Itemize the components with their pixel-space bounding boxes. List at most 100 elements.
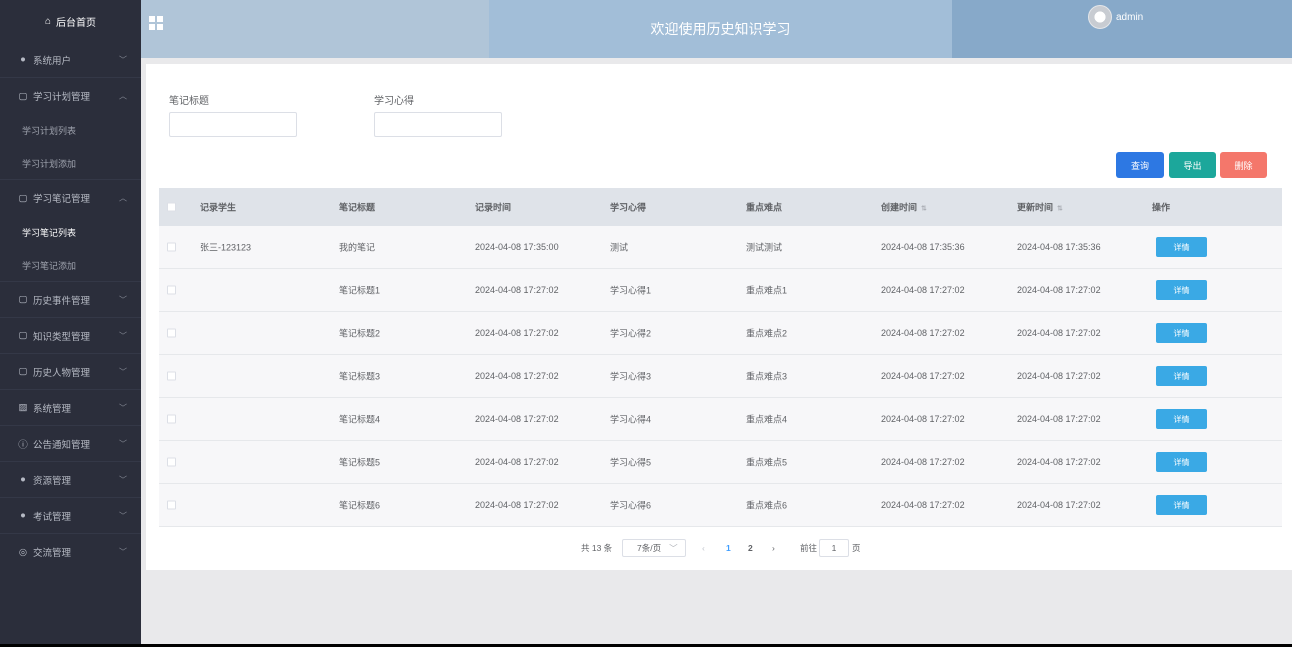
detail-button[interactable]: 详情 — [1156, 495, 1207, 515]
row-checkbox[interactable] — [167, 371, 176, 381]
sidebar-subitem-plan-add[interactable]: 学习计划添加 — [0, 147, 141, 180]
sidebar-item-system-management[interactable]: ▨ 系统管理 ﹀ — [0, 390, 141, 426]
cell-title: 笔记标题6 — [339, 500, 381, 511]
cell-created: 2024-04-08 17:27:02 — [881, 500, 965, 510]
cell-title: 笔记标题3 — [339, 371, 381, 382]
cell-record-time: 2024-04-08 17:27:02 — [475, 371, 559, 381]
export-button[interactable]: 导出 — [1169, 152, 1216, 178]
sidebar-item-system-users[interactable]: ● 系统用户 ﹀ — [0, 42, 141, 78]
table-row: 笔记标题3 2024-04-08 17:27:02 学习心得3 重点难点3 2024-0… — [159, 355, 1282, 398]
image-icon: ▨ — [18, 402, 28, 413]
row-checkbox[interactable] — [167, 500, 176, 510]
insight-label: 学习心得 — [374, 96, 414, 107]
folder-icon: ▢ — [18, 192, 28, 204]
cell-record-time: 2024-04-08 17:27:02 — [475, 328, 559, 338]
query-button[interactable]: 查询 — [1116, 152, 1164, 178]
row-checkbox[interactable] — [167, 328, 176, 338]
insight-input[interactable] — [374, 112, 502, 137]
page-1[interactable]: 1 — [726, 543, 731, 553]
cell-created: 2024-04-08 17:35:36 — [881, 242, 965, 252]
header-right: admin — [952, 0, 1292, 58]
notes-table: 记录学生 笔记标题 记录时间 学习心得 重点难点 创建时间 ⇅ 更新时间 ⇅ 操作 … — [159, 188, 1282, 527]
col-record-time: 记录时间 — [475, 202, 512, 213]
sidebar-item-label: 历史人物管理 — [33, 367, 91, 379]
sidebar-item-label: 交流管理 — [33, 548, 72, 559]
cell-title: 笔记标题4 — [339, 414, 381, 425]
col-created[interactable]: 创建时间 ⇅ — [881, 201, 927, 214]
cell-updated: 2024-04-08 17:27:02 — [1017, 414, 1101, 424]
col-updated[interactable]: 更新时间 ⇅ — [1017, 201, 1063, 214]
sidebar-item-study-plan[interactable]: ▢ 学习计划管理 ︿ — [0, 78, 141, 114]
sidebar-item-communication[interactable]: ◎ 交流管理 ﹀ — [0, 534, 141, 570]
next-page-icon[interactable]: › — [772, 543, 775, 553]
sort-icon[interactable]: ⇅ — [1057, 205, 1063, 213]
cell-record-time: 2024-04-08 17:27:02 — [475, 414, 559, 424]
sidebar-item-knowledge-types[interactable]: ▢ 知识类型管理 ﹀ — [0, 318, 141, 354]
cell-created: 2024-04-08 17:27:02 — [881, 285, 965, 295]
chevron-down-icon: ﹀ — [119, 55, 127, 64]
sidebar-subitem-notes-list[interactable]: 学习笔记列表 — [0, 216, 141, 249]
detail-button[interactable]: 详情 — [1156, 280, 1207, 300]
table-row: 笔记标题5 2024-04-08 17:27:02 学习心得5 重点难点5 2024-0… — [159, 441, 1282, 484]
delete-button[interactable]: 删除 — [1220, 152, 1267, 178]
detail-button[interactable]: 详情 — [1156, 409, 1207, 429]
avatar[interactable] — [1088, 5, 1112, 29]
cell-key-points: 重点难点6 — [746, 500, 788, 511]
sidebar-item-label: 学习笔记管理 — [33, 194, 91, 205]
sidebar-item-history-events[interactable]: ▢ 历史事件管理 ﹀ — [0, 282, 141, 318]
folder-icon: ▢ — [18, 90, 28, 102]
page-size-select[interactable]: 7条/页 ﹀ — [622, 539, 686, 557]
chevron-down-icon: ﹀ — [119, 295, 127, 304]
cell-updated: 2024-04-08 17:35:36 — [1017, 242, 1101, 252]
sidebar-item-history-figures[interactable]: ▢ 历史人物管理 ﹀ — [0, 354, 141, 390]
location-icon: ● — [20, 474, 26, 485]
cell-title: 笔记标题1 — [339, 285, 381, 296]
sidebar-subitem-plan-list[interactable]: 学习计划列表 — [0, 114, 141, 147]
sidebar-item-announcements[interactable]: ⓘ 公告通知管理 ﹀ — [0, 426, 141, 462]
cell-insight: 学习心得1 — [610, 285, 652, 296]
note-title-label: 笔记标题 — [169, 96, 209, 107]
detail-button[interactable]: 详情 — [1156, 452, 1207, 472]
folder-icon: ▢ — [18, 330, 28, 341]
row-checkbox[interactable] — [167, 242, 176, 252]
page-unit-label: 页 — [852, 543, 861, 553]
sidebar-item-resources[interactable]: ● 资源管理 ﹀ — [0, 462, 141, 498]
detail-button[interactable]: 详情 — [1156, 323, 1207, 343]
chevron-down-icon: ﹀ — [119, 403, 127, 412]
note-title-input[interactable] — [169, 112, 297, 137]
select-all-checkbox[interactable] — [167, 202, 176, 212]
pagination: 共 13 条 7条/页 ﹀ ‹ 1 2 › 前往 1 页 — [146, 538, 1292, 558]
location-icon: ● — [20, 510, 26, 521]
username[interactable]: admin — [1116, 12, 1143, 23]
cell-record-time: 2024-04-08 17:27:02 — [475, 457, 559, 467]
row-checkbox[interactable] — [167, 414, 176, 424]
col-updated-label: 更新时间 — [1017, 202, 1054, 213]
sidebar-item-label: 知识类型管理 — [33, 331, 91, 343]
col-created-label: 创建时间 — [881, 202, 918, 213]
detail-button[interactable]: 详情 — [1156, 366, 1207, 386]
row-checkbox[interactable] — [167, 285, 176, 295]
sidebar-item-exams[interactable]: ● 考试管理 ﹀ — [0, 498, 141, 534]
sort-icon[interactable]: ⇅ — [921, 205, 927, 213]
page-2[interactable]: 2 — [748, 543, 753, 553]
chevron-down-icon: ﹀ — [119, 511, 127, 520]
user-icon: ● — [20, 54, 26, 65]
cell-created: 2024-04-08 17:27:02 — [881, 371, 965, 381]
cell-key-points: 重点难点2 — [746, 328, 788, 339]
prev-page-icon[interactable]: ‹ — [702, 543, 705, 553]
chevron-up-icon: ︿ — [119, 91, 127, 101]
row-checkbox[interactable] — [167, 457, 176, 467]
cell-key-points: 测试测试 — [746, 242, 783, 253]
goto-page-input[interactable]: 1 — [819, 539, 849, 557]
header-left — [141, 0, 489, 58]
menu-grid-icon[interactable] — [149, 16, 163, 30]
cell-key-points: 重点难点3 — [746, 371, 788, 382]
cell-student: 张三-123123 — [200, 242, 252, 253]
sidebar-subitem-notes-add[interactable]: 学习笔记添加 — [0, 249, 141, 282]
sidebar-item-label: 系统管理 — [33, 403, 72, 415]
col-student: 记录学生 — [200, 202, 237, 213]
cell-title: 笔记标题2 — [339, 328, 381, 339]
detail-button[interactable]: 详情 — [1156, 237, 1207, 257]
sidebar-home[interactable]: ⌂ 后台首页 — [0, 0, 141, 42]
sidebar-item-study-notes[interactable]: ▢ 学习笔记管理 ︿ — [0, 180, 141, 216]
